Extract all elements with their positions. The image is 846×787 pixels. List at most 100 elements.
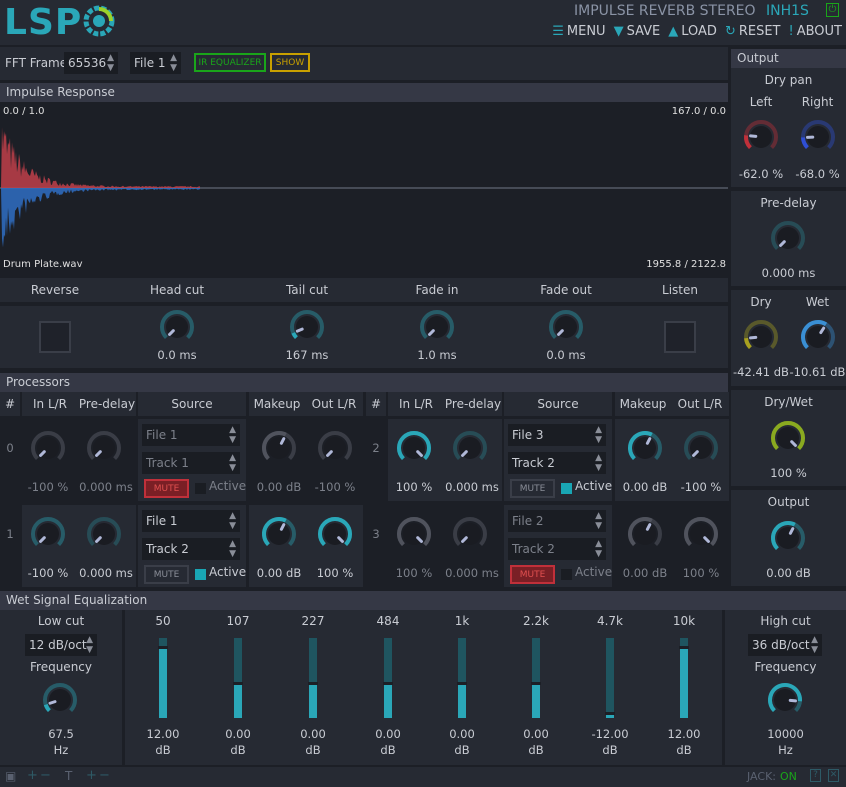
active-checkbox[interactable] — [561, 483, 572, 494]
in-lr-knob[interactable] — [28, 428, 68, 468]
out-lr-knob[interactable] — [681, 514, 721, 554]
output-predelay-knob[interactable] — [768, 218, 808, 258]
in-lr-knob[interactable] — [394, 514, 434, 554]
makeup-knob[interactable] — [259, 428, 299, 468]
file-select[interactable]: File 1 ▲ ▼ — [130, 52, 181, 74]
out-lr-knob[interactable] — [681, 428, 721, 468]
mute-button[interactable]: MUTE — [510, 479, 555, 498]
tail-cut-knob[interactable] — [287, 307, 327, 347]
eq-band-slider-track[interactable] — [606, 638, 614, 718]
active-checkbox[interactable] — [561, 569, 572, 580]
fade-out-label: Fade out — [540, 283, 592, 297]
eq-band-slider-handle[interactable] — [158, 646, 168, 649]
mute-button[interactable]: MUTE — [510, 565, 555, 584]
show-button[interactable]: SHOW — [270, 53, 310, 72]
file-select[interactable]: File 1 ▲ ▼ — [142, 424, 240, 446]
track-value: Track 1 — [146, 456, 189, 470]
processor-number: 3 — [372, 527, 380, 541]
file-select[interactable]: File 2 ▲ ▼ — [508, 510, 606, 532]
eq-band-slider-handle[interactable] — [233, 682, 243, 686]
menu-about-button[interactable]: ! ABOUT — [789, 24, 843, 39]
eq-band-slider-handle[interactable] — [531, 682, 541, 686]
spin-arrows-icon: ▲ ▼ — [595, 453, 602, 473]
makeup-knob[interactable] — [259, 514, 299, 554]
out-lr-knob[interactable] — [315, 514, 355, 554]
head-cut-knob[interactable] — [157, 307, 197, 347]
reverse-checkbox[interactable] — [39, 321, 71, 353]
processor-column-label: Source — [171, 397, 213, 411]
eq-band-slider-handle[interactable] — [308, 682, 318, 686]
eq-band-slider-handle[interactable] — [679, 646, 689, 649]
menu-label: RESET — [738, 24, 781, 39]
out-lr-knob[interactable] — [315, 428, 355, 468]
file-select[interactable]: File 1 ▲ ▼ — [142, 510, 240, 532]
low-cut-frequency-value: 67.5 — [48, 727, 74, 741]
file-select[interactable]: File 3 ▲ ▼ — [508, 424, 606, 446]
predelay-knob[interactable] — [84, 514, 124, 554]
low-cut-frequency-knob[interactable] — [40, 680, 80, 720]
font-size-icon[interactable]: T — [65, 769, 72, 783]
makeup-knob[interactable] — [625, 428, 665, 468]
processor-number: 1 — [6, 527, 14, 541]
in-lr-knob[interactable] — [394, 428, 434, 468]
spin-arrows-icon: ▲ ▼ — [811, 635, 818, 655]
zoom-out-button[interactable]: − — [40, 768, 51, 783]
predelay-knob[interactable] — [84, 428, 124, 468]
font-decrease-button[interactable]: − — [99, 768, 110, 783]
fft-frame-select[interactable]: 65536 ▲ ▼ — [64, 52, 118, 74]
active-checkbox[interactable] — [195, 569, 206, 580]
high-cut-slope-select[interactable]: 36 dB/oct ▲ ▼ — [748, 634, 822, 656]
track-select[interactable]: Track 2 ▲ ▼ — [142, 538, 240, 560]
fade-in-knob[interactable] — [417, 307, 457, 347]
listen-checkbox[interactable] — [664, 321, 696, 353]
load-icon: ▲ — [668, 24, 679, 39]
in-lr-value: 100 % — [395, 480, 433, 494]
ir-equalizer-button[interactable]: IR EQUALIZER — [194, 53, 266, 72]
help-icon[interactable]: ? — [810, 769, 821, 782]
fullscreen-icon[interactable]: ✕ — [828, 769, 839, 782]
eq-band-unit: dB — [454, 743, 470, 757]
zoom-in-button[interactable]: + — [27, 768, 38, 783]
active-checkbox[interactable] — [195, 483, 206, 494]
processor-column-label: Pre-delay — [444, 397, 502, 411]
track-select[interactable]: Track 2 ▲ ▼ — [508, 538, 606, 560]
track-select[interactable]: Track 2 ▲ ▼ — [508, 452, 606, 474]
window-size-icon[interactable]: ▣ — [5, 769, 16, 783]
low-cut-slope-select[interactable]: 12 dB/oct ▲ ▼ — [25, 634, 97, 656]
dry-pan-left-knob[interactable] — [741, 117, 781, 157]
eq-band-slider-fill — [234, 684, 242, 718]
tail-cut-label: Tail cut — [285, 283, 329, 297]
spin-arrows-icon: ▲ ▼ — [170, 53, 177, 73]
eq-band-slider-handle[interactable] — [605, 712, 615, 715]
footer — [0, 767, 846, 787]
dry-knob[interactable] — [741, 317, 781, 357]
high-cut-frequency-knob[interactable] — [765, 680, 805, 720]
eq-band-slider-handle[interactable] — [457, 682, 467, 686]
fade-out-knob[interactable] — [546, 307, 586, 347]
in-lr-knob[interactable] — [28, 514, 68, 554]
menu-load-button[interactable]: ▲ LOAD — [668, 24, 717, 39]
menu-save-button[interactable]: ▼ SAVE — [614, 24, 661, 39]
makeup-knob[interactable] — [625, 514, 665, 554]
dry-pan-label: Dry pan — [764, 73, 813, 87]
wet-knob[interactable] — [798, 317, 838, 357]
predelay-knob[interactable] — [450, 428, 490, 468]
eq-band-unit: dB — [155, 743, 171, 757]
processor-column-label: Out L/R — [311, 397, 357, 411]
predelay-knob[interactable] — [450, 514, 490, 554]
eq-band-slider-handle[interactable] — [383, 682, 393, 686]
track-select[interactable]: Track 1 ▲ ▼ — [142, 452, 240, 474]
output-gain-knob[interactable] — [768, 518, 808, 558]
right-pan-value: -68.0 % — [795, 167, 840, 181]
menu-menu-button[interactable]: ☰ MENU — [552, 24, 605, 39]
eq-band-gain: 0.00 — [375, 727, 401, 741]
menu-reset-button[interactable]: ↻ RESET — [725, 24, 781, 39]
drywet-knob[interactable] — [768, 418, 808, 458]
eq-band-frequency: 227 — [301, 614, 325, 628]
mute-button[interactable]: MUTE — [144, 565, 189, 584]
font-increase-button[interactable]: + — [86, 768, 97, 783]
mute-button[interactable]: MUTE — [144, 479, 189, 498]
dry-pan-right-knob[interactable] — [798, 117, 838, 157]
power-icon[interactable]: ⏻ — [826, 3, 839, 17]
fade-in-value: 1.0 ms — [417, 348, 457, 362]
